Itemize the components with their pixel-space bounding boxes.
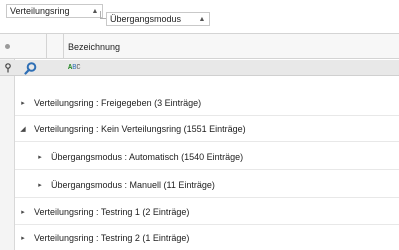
group-row-text: Verteilungsring : Kein Verteilungsring (…: [34, 124, 246, 134]
group-row[interactable]: ▸ Übergangsmodus : Automatisch (1540 Ein…: [15, 145, 399, 170]
begins-with-abc-icon[interactable]: ABC: [68, 64, 81, 72]
dot-icon: [5, 44, 10, 49]
expand-arrow-icon[interactable]: ▸: [18, 99, 28, 107]
group-row-text: Übergangsmodus : Automatisch (1540 Eintr…: [51, 152, 244, 162]
group-row[interactable]: ▸ Übergangsmodus : Manuell (11 Einträge): [15, 173, 399, 198]
column-header-bezeichnung[interactable]: Bezeichnung: [68, 42, 120, 52]
search-icon[interactable]: [24, 62, 37, 75]
group-row[interactable]: ▸ Verteilungsring : Freigegeben (3 Eintr…: [15, 91, 399, 116]
group-row[interactable]: ◢ Verteilungsring : Kein Verteilungsring…: [15, 117, 399, 142]
data-grid: Bezeichnung ABC ▸ Verteilungsring : Frei…: [0, 33, 399, 250]
expand-arrow-icon[interactable]: ▸: [35, 181, 45, 189]
filter-pin-icon: [3, 62, 13, 74]
pin-icon: [5, 63, 11, 73]
collapse-arrow-icon[interactable]: ◢: [18, 125, 28, 133]
group-row-text: Verteilungsring : Testring 2 (1 Einträge…: [34, 233, 190, 243]
expand-arrow-icon[interactable]: ▸: [18, 208, 28, 216]
auto-filter-row: ABC: [0, 60, 399, 76]
column-separator: [63, 34, 64, 59]
column-separator: [46, 34, 47, 59]
group-chip-label: Verteilungsring: [10, 6, 70, 16]
column-header-row: Bezeichnung: [0, 34, 399, 59]
group-chip-verteilungsring[interactable]: Verteilungsring ▲: [6, 4, 103, 18]
sort-ascending-icon[interactable]: ▲: [195, 16, 209, 23]
expand-arrow-icon[interactable]: ▸: [18, 234, 28, 242]
group-row-text: Verteilungsring : Freigegeben (3 Einträg…: [34, 98, 202, 108]
abc-letter: C: [76, 64, 81, 72]
group-row-text: Übergangsmodus : Manuell (11 Einträge): [51, 180, 215, 190]
group-by-panel: Verteilungsring ▲ Übergangsmodus ▲: [0, 0, 399, 33]
column-chooser-button[interactable]: [0, 34, 15, 59]
group-row[interactable]: ▸ Verteilungsring : Testring 1 (2 Einträ…: [15, 200, 399, 225]
group-chip-label: Übergangsmodus: [110, 14, 182, 24]
group-chip-uebergangsmodus[interactable]: Übergangsmodus ▲: [106, 12, 210, 26]
expand-arrow-icon[interactable]: ▸: [35, 153, 45, 161]
group-row[interactable]: ▸ Verteilungsring : Testring 2 (1 Einträ…: [15, 226, 399, 250]
group-row-text: Verteilungsring : Testring 1 (2 Einträge…: [34, 207, 190, 217]
